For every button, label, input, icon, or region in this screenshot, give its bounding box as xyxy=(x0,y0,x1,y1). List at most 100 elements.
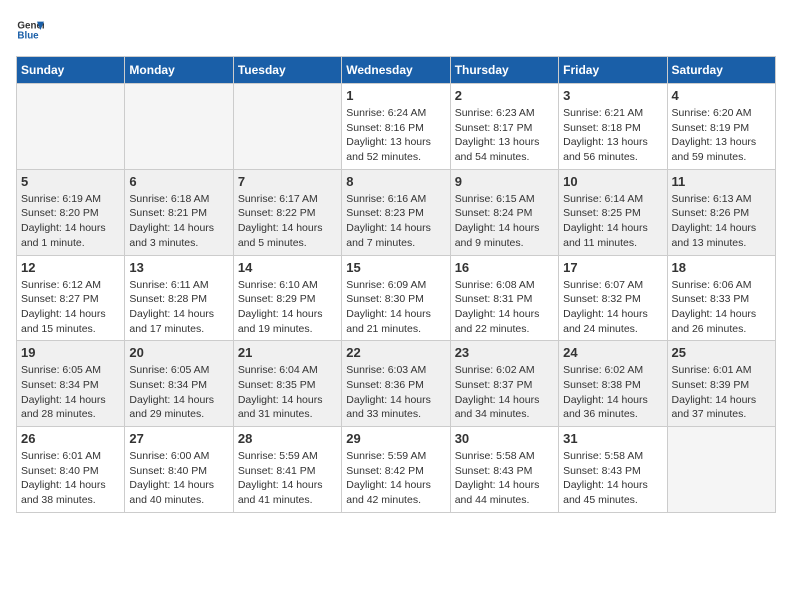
calendar-cell: 1Sunrise: 6:24 AM Sunset: 8:16 PM Daylig… xyxy=(342,84,450,170)
weekday-thursday: Thursday xyxy=(450,57,558,84)
day-number: 27 xyxy=(129,431,228,446)
day-info: Sunrise: 5:59 AM Sunset: 8:41 PM Dayligh… xyxy=(238,449,337,508)
day-number: 25 xyxy=(672,345,771,360)
calendar-week-1: 1Sunrise: 6:24 AM Sunset: 8:16 PM Daylig… xyxy=(17,84,776,170)
calendar-cell: 6 Sunrise: 6:18 AM Sunset: 8:21 PM Daylig… xyxy=(125,169,233,255)
calendar-cell xyxy=(667,427,775,513)
calendar-week-2: 5Sunrise: 6:19 AM Sunset: 8:20 PM Daylig… xyxy=(17,169,776,255)
calendar-cell: 30 Sunrise: 5:58 AM Sunset: 8:43 PM Dayli… xyxy=(450,427,558,513)
calendar-cell: 28 Sunrise: 5:59 AM Sunset: 8:41 PM Dayli… xyxy=(233,427,341,513)
calendar-cell: 3 Sunrise: 6:21 AM Sunset: 8:18 PM Daylig… xyxy=(559,84,667,170)
day-number: 19 xyxy=(21,345,120,360)
day-info: Sunrise: 6:03 AM Sunset: 8:36 PM Dayligh… xyxy=(346,363,445,422)
day-info: Sunrise: 5:58 AM Sunset: 8:43 PM Dayligh… xyxy=(563,449,662,508)
calendar-cell xyxy=(125,84,233,170)
day-number: 26 xyxy=(21,431,120,446)
day-info: Sunrise: 6:01 AM Sunset: 8:39 PM Dayligh… xyxy=(672,363,771,422)
day-info: Sunrise: 6:00 AM Sunset: 8:40 PM Dayligh… xyxy=(129,449,228,508)
day-number: 30 xyxy=(455,431,554,446)
calendar-week-3: 12Sunrise: 6:12 AM Sunset: 8:27 PM Dayli… xyxy=(17,255,776,341)
calendar-cell: 18 Sunrise: 6:06 AM Sunset: 8:33 PM Dayli… xyxy=(667,255,775,341)
calendar-cell: 15 Sunrise: 6:09 AM Sunset: 8:30 PM Dayli… xyxy=(342,255,450,341)
day-number: 14 xyxy=(238,260,337,275)
calendar-cell: 11Sunrise: 6:13 AM Sunset: 8:26 PM Dayli… xyxy=(667,169,775,255)
day-info: Sunrise: 6:09 AM Sunset: 8:30 PM Dayligh… xyxy=(346,278,445,337)
svg-text:Blue: Blue xyxy=(17,30,39,41)
calendar-cell: 16 Sunrise: 6:08 AM Sunset: 8:31 PM Dayli… xyxy=(450,255,558,341)
day-number: 28 xyxy=(238,431,337,446)
day-number: 18 xyxy=(672,260,771,275)
calendar-cell: 17Sunrise: 6:07 AM Sunset: 8:32 PM Dayli… xyxy=(559,255,667,341)
calendar-cell: 14 Sunrise: 6:10 AM Sunset: 8:29 PM Dayli… xyxy=(233,255,341,341)
day-info: Sunrise: 6:02 AM Sunset: 8:38 PM Dayligh… xyxy=(563,363,662,422)
calendar-cell: 29 Sunrise: 5:59 AM Sunset: 8:42 PM Dayli… xyxy=(342,427,450,513)
day-info: Sunrise: 6:11 AM Sunset: 8:28 PM Dayligh… xyxy=(129,278,228,337)
logo: General Blue xyxy=(16,16,44,44)
weekday-header-row: SundayMondayTuesdayWednesdayThursdayFrid… xyxy=(17,57,776,84)
calendar-cell: 10 Sunrise: 6:14 AM Sunset: 8:25 PM Dayli… xyxy=(559,169,667,255)
calendar-cell: 20Sunrise: 6:05 AM Sunset: 8:34 PM Dayli… xyxy=(125,341,233,427)
calendar-cell: 27 Sunrise: 6:00 AM Sunset: 8:40 PM Dayli… xyxy=(125,427,233,513)
day-number: 21 xyxy=(238,345,337,360)
calendar-cell: 22 Sunrise: 6:03 AM Sunset: 8:36 PM Dayli… xyxy=(342,341,450,427)
calendar-cell: 2 Sunrise: 6:23 AM Sunset: 8:17 PM Daylig… xyxy=(450,84,558,170)
day-info: Sunrise: 6:21 AM Sunset: 8:18 PM Dayligh… xyxy=(563,106,662,165)
day-info: Sunrise: 5:59 AM Sunset: 8:42 PM Dayligh… xyxy=(346,449,445,508)
day-info: Sunrise: 6:05 AM Sunset: 8:34 PM Dayligh… xyxy=(21,363,120,422)
calendar-week-4: 19 Sunrise: 6:05 AM Sunset: 8:34 PM Dayli… xyxy=(17,341,776,427)
day-number: 29 xyxy=(346,431,445,446)
day-number: 7 xyxy=(238,174,337,189)
calendar-cell: 12Sunrise: 6:12 AM Sunset: 8:27 PM Dayli… xyxy=(17,255,125,341)
calendar-cell: 31 Sunrise: 5:58 AM Sunset: 8:43 PM Dayli… xyxy=(559,427,667,513)
calendar-cell: 8Sunrise: 6:16 AM Sunset: 8:23 PM Daylig… xyxy=(342,169,450,255)
day-info: Sunrise: 6:16 AM Sunset: 8:23 PM Dayligh… xyxy=(346,192,445,251)
weekday-saturday: Saturday xyxy=(667,57,775,84)
day-info: Sunrise: 6:13 AM Sunset: 8:26 PM Dayligh… xyxy=(672,192,771,251)
day-number: 15 xyxy=(346,260,445,275)
weekday-wednesday: Wednesday xyxy=(342,57,450,84)
day-number: 16 xyxy=(455,260,554,275)
day-info: Sunrise: 6:12 AM Sunset: 8:27 PM Dayligh… xyxy=(21,278,120,337)
day-number: 31 xyxy=(563,431,662,446)
day-info: Sunrise: 5:58 AM Sunset: 8:43 PM Dayligh… xyxy=(455,449,554,508)
calendar-cell: 9Sunrise: 6:15 AM Sunset: 8:24 PM Daylig… xyxy=(450,169,558,255)
day-info: Sunrise: 6:18 AM Sunset: 8:21 PM Dayligh… xyxy=(129,192,228,251)
calendar-cell: 13 Sunrise: 6:11 AM Sunset: 8:28 PM Dayli… xyxy=(125,255,233,341)
calendar-week-5: 26 Sunrise: 6:01 AM Sunset: 8:40 PM Dayli… xyxy=(17,427,776,513)
day-number: 23 xyxy=(455,345,554,360)
day-number: 22 xyxy=(346,345,445,360)
day-number: 2 xyxy=(455,88,554,103)
calendar-cell xyxy=(17,84,125,170)
day-info: Sunrise: 6:08 AM Sunset: 8:31 PM Dayligh… xyxy=(455,278,554,337)
calendar-cell xyxy=(233,84,341,170)
calendar-table: SundayMondayTuesdayWednesdayThursdayFrid… xyxy=(16,56,776,513)
weekday-monday: Monday xyxy=(125,57,233,84)
day-info: Sunrise: 6:23 AM Sunset: 8:17 PM Dayligh… xyxy=(455,106,554,165)
calendar-cell: 5Sunrise: 6:19 AM Sunset: 8:20 PM Daylig… xyxy=(17,169,125,255)
day-number: 17 xyxy=(563,260,662,275)
calendar-cell: 26 Sunrise: 6:01 AM Sunset: 8:40 PM Dayli… xyxy=(17,427,125,513)
day-number: 13 xyxy=(129,260,228,275)
day-info: Sunrise: 6:01 AM Sunset: 8:40 PM Dayligh… xyxy=(21,449,120,508)
day-number: 6 xyxy=(129,174,228,189)
calendar-cell: 4 Sunrise: 6:20 AM Sunset: 8:19 PM Daylig… xyxy=(667,84,775,170)
logo-icon: General Blue xyxy=(16,16,44,44)
calendar-cell: 24Sunrise: 6:02 AM Sunset: 8:38 PM Dayli… xyxy=(559,341,667,427)
day-info: Sunrise: 6:14 AM Sunset: 8:25 PM Dayligh… xyxy=(563,192,662,251)
day-info: Sunrise: 6:10 AM Sunset: 8:29 PM Dayligh… xyxy=(238,278,337,337)
day-number: 4 xyxy=(672,88,771,103)
day-number: 3 xyxy=(563,88,662,103)
page-header: General Blue xyxy=(16,16,776,44)
day-info: Sunrise: 6:04 AM Sunset: 8:35 PM Dayligh… xyxy=(238,363,337,422)
day-info: Sunrise: 6:20 AM Sunset: 8:19 PM Dayligh… xyxy=(672,106,771,165)
weekday-friday: Friday xyxy=(559,57,667,84)
weekday-sunday: Sunday xyxy=(17,57,125,84)
day-number: 1 xyxy=(346,88,445,103)
day-info: Sunrise: 6:06 AM Sunset: 8:33 PM Dayligh… xyxy=(672,278,771,337)
day-number: 5 xyxy=(21,174,120,189)
day-number: 9 xyxy=(455,174,554,189)
day-number: 10 xyxy=(563,174,662,189)
weekday-tuesday: Tuesday xyxy=(233,57,341,84)
calendar-cell: 25 Sunrise: 6:01 AM Sunset: 8:39 PM Dayli… xyxy=(667,341,775,427)
calendar-cell: 23Sunrise: 6:02 AM Sunset: 8:37 PM Dayli… xyxy=(450,341,558,427)
